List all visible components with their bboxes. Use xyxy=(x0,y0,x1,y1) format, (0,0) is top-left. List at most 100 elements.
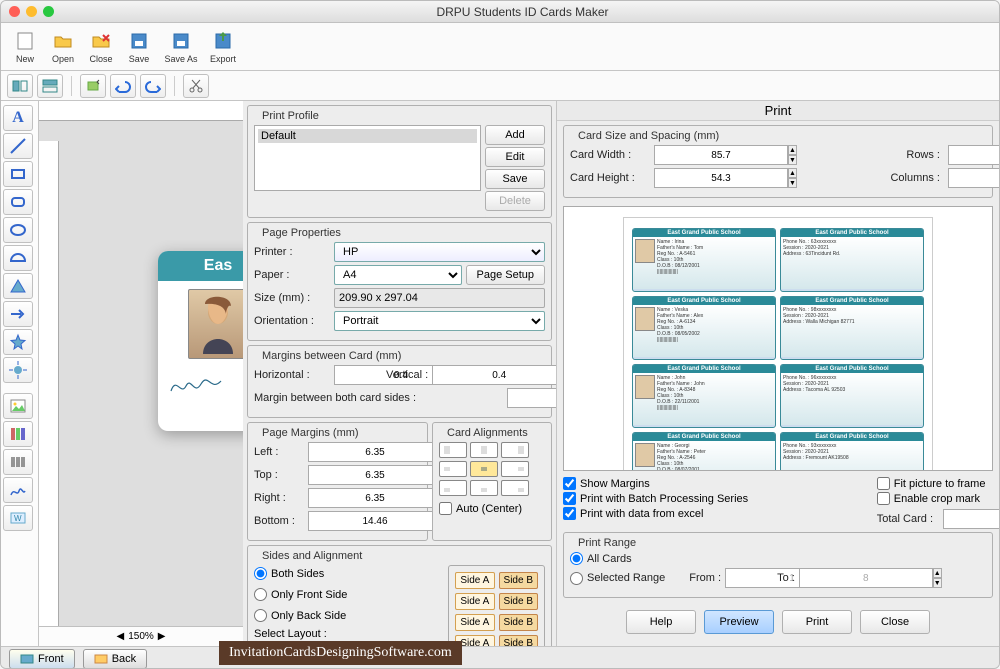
halfellipse-tool[interactable] xyxy=(3,245,33,271)
total-card-spinner[interactable]: ▲▼ xyxy=(943,509,993,529)
close-button[interactable]: Close xyxy=(83,25,119,69)
margin-top-spinner[interactable]: ▲▼ xyxy=(308,465,368,485)
rows-spinner[interactable]: ▲▼ xyxy=(948,145,986,165)
close-dialog-button[interactable]: Close xyxy=(860,610,930,634)
app-title: DRPU Students ID Cards Maker xyxy=(54,5,991,19)
cut-button[interactable] xyxy=(183,74,209,98)
range-from-spinner: ▲▼ xyxy=(725,568,763,588)
profile-save-button[interactable]: Save xyxy=(485,169,545,189)
flip-h-button[interactable] xyxy=(7,74,33,98)
profile-edit-button[interactable]: Edit xyxy=(485,147,545,167)
card-height-spinner[interactable]: ▲▼ xyxy=(654,168,714,188)
bottom-bar: Front Back xyxy=(1,646,999,669)
card-alignments-group: Card Alignments Auto (Center) xyxy=(432,422,552,541)
margin-v-spinner[interactable]: ▲▼ xyxy=(432,365,470,385)
preview-card-back: East Grand Public SchoolPhone No. : 98xx… xyxy=(780,296,924,360)
rect-tool[interactable] xyxy=(3,161,33,187)
print-profile-group: Print Profile Default Add Edit Save Dele… xyxy=(247,105,552,218)
window-close[interactable] xyxy=(9,6,20,17)
new-button[interactable]: New xyxy=(7,25,43,69)
ellipse-tool[interactable] xyxy=(3,217,33,243)
arrow-tool[interactable] xyxy=(3,301,33,327)
margin-h-spinner[interactable]: ▲▼ xyxy=(334,365,372,385)
page-setup-button[interactable]: Page Setup xyxy=(466,265,546,285)
barcode-tool[interactable] xyxy=(3,449,33,475)
print-preview-area: East Grand Public SchoolName : IrinaFath… xyxy=(563,206,993,471)
crop-mark-checkbox[interactable] xyxy=(877,492,890,505)
all-cards-radio[interactable] xyxy=(570,552,583,565)
triangle-tool[interactable] xyxy=(3,273,33,299)
batch-checkbox[interactable] xyxy=(563,492,576,505)
image-tool[interactable] xyxy=(3,393,33,419)
front-only-radio[interactable] xyxy=(254,588,267,601)
preview-card-back: East Grand Public SchoolPhone No. : 96xx… xyxy=(780,364,924,428)
side-layout-grid[interactable]: Side ASide B Side ASide B Side ASide B S… xyxy=(448,565,545,646)
watermark-label: InvitationCardsDesigningSoftware.com xyxy=(219,641,462,665)
front-tab[interactable]: Front xyxy=(9,649,75,669)
tool-palette: A W xyxy=(1,101,39,646)
card-size-group: Card Size and Spacing (mm) Card Width : … xyxy=(563,125,993,198)
paper-select[interactable]: A4 xyxy=(334,265,462,285)
card-margins-group: Margins between Card (mm) Horizontal : ▲… xyxy=(247,345,552,418)
save-button[interactable]: Save xyxy=(121,25,157,69)
star-tool[interactable] xyxy=(3,329,33,355)
card-header: Eas xyxy=(158,251,243,281)
cols-spinner[interactable]: ▲▼ xyxy=(948,168,986,188)
export-button[interactable]: Export xyxy=(205,25,241,69)
alignment-grid[interactable] xyxy=(439,442,545,496)
open-button[interactable]: Open xyxy=(45,25,81,69)
ruler-vertical xyxy=(39,141,59,626)
preview-card-front: East Grand Public SchoolName : JohnFathe… xyxy=(632,364,776,428)
rotate-button[interactable] xyxy=(80,74,106,98)
back-only-radio[interactable] xyxy=(254,609,267,622)
card-design-preview[interactable]: Eas xyxy=(158,251,243,431)
window-maximize[interactable] xyxy=(43,6,54,17)
print-settings-panel: Print Profile Default Add Edit Save Dele… xyxy=(243,101,557,646)
ruler-horizontal xyxy=(39,101,243,121)
print-button[interactable]: Print xyxy=(782,610,852,634)
print-panel-title: Print xyxy=(557,101,999,121)
fit-picture-checkbox[interactable] xyxy=(877,477,890,490)
profile-add-button[interactable]: Add xyxy=(485,125,545,145)
signature-tool[interactable] xyxy=(3,477,33,503)
saveas-button[interactable]: Save As xyxy=(159,25,203,69)
profile-delete-button: Delete xyxy=(485,191,545,211)
roundrect-tool[interactable] xyxy=(3,189,33,215)
library-tool[interactable] xyxy=(3,421,33,447)
back-tab[interactable]: Back xyxy=(83,649,147,669)
sub-toolbar xyxy=(1,71,999,101)
flip-v-button[interactable] xyxy=(37,74,63,98)
watermark-tool[interactable]: W xyxy=(3,505,33,531)
auto-center-checkbox[interactable] xyxy=(439,502,452,515)
signature-area xyxy=(158,367,243,405)
margin-left-spinner[interactable]: ▲▼ xyxy=(308,442,368,462)
preview-card-front: East Grand Public SchoolName : GeorgiFat… xyxy=(632,432,776,471)
canvas-area: Eas ◀150%▶ xyxy=(39,101,243,646)
svg-text:W: W xyxy=(14,514,22,523)
page-margins-group: Page Margins (mm) Left :▲▼ Top :▲▼ Right… xyxy=(247,422,428,541)
line-tool[interactable] xyxy=(3,133,33,159)
profile-list[interactable]: Default xyxy=(254,125,481,191)
window-minimize[interactable] xyxy=(26,6,37,17)
size-field xyxy=(334,288,545,308)
preview-card-front: East Grand Public SchoolName : IrinaFath… xyxy=(632,228,776,292)
printer-select[interactable]: HP xyxy=(334,242,545,262)
show-margins-checkbox[interactable] xyxy=(563,477,576,490)
redo-button[interactable] xyxy=(140,74,166,98)
main-toolbar: New Open Close Save Save As Export xyxy=(1,23,999,71)
orientation-select[interactable]: Portrait xyxy=(334,311,545,331)
card-width-spinner[interactable]: ▲▼ xyxy=(654,145,714,165)
preview-button[interactable]: Preview xyxy=(704,610,774,634)
margin-right-spinner[interactable]: ▲▼ xyxy=(308,488,368,508)
text-tool[interactable]: A xyxy=(3,105,33,131)
margin-bottom-spinner[interactable]: ▲▼ xyxy=(308,511,368,531)
range-to-spinner: ▲▼ xyxy=(799,568,837,588)
help-button[interactable]: Help xyxy=(626,610,696,634)
excel-checkbox[interactable] xyxy=(563,507,576,520)
burst-tool[interactable] xyxy=(3,357,33,383)
margin-both-spinner[interactable]: ▲▼ xyxy=(507,388,545,408)
undo-button[interactable] xyxy=(110,74,136,98)
selected-range-radio[interactable] xyxy=(570,572,583,585)
card-photo xyxy=(188,289,243,359)
both-sides-radio[interactable] xyxy=(254,567,267,580)
